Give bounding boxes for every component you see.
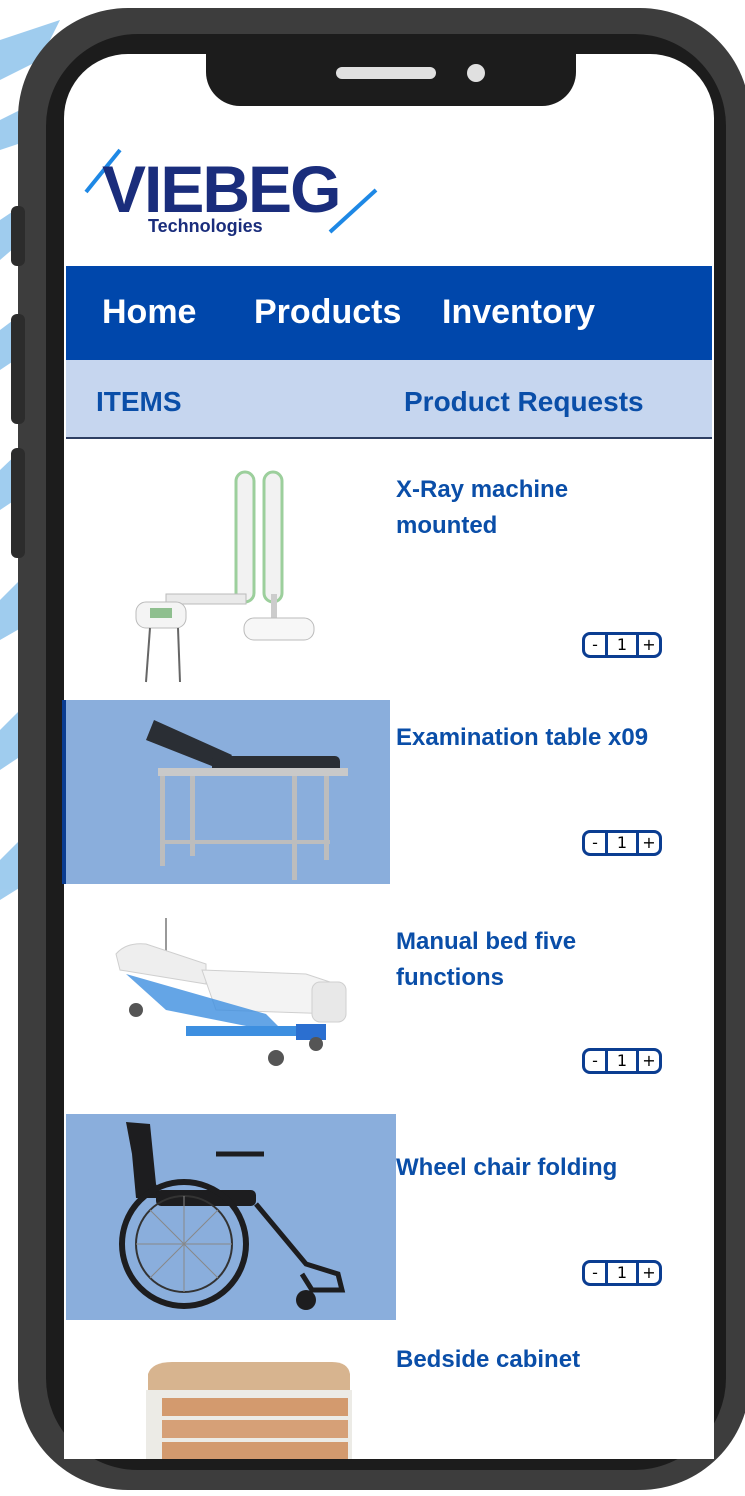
decrement-button[interactable]: - bbox=[585, 635, 605, 655]
increment-button[interactable]: + bbox=[639, 833, 659, 853]
decrement-button[interactable]: - bbox=[585, 1051, 605, 1071]
nav-products-link[interactable]: Products bbox=[254, 292, 401, 332]
increment-button[interactable]: + bbox=[639, 1051, 659, 1071]
quantity-value[interactable]: 1 bbox=[605, 1051, 639, 1071]
quantity-value[interactable]: 1 bbox=[605, 1263, 639, 1283]
product-name: Examination table x09 bbox=[396, 724, 649, 751]
decrement-button[interactable]: - bbox=[585, 833, 605, 853]
xray-machine-image bbox=[135, 470, 315, 683]
speaker-icon bbox=[336, 67, 436, 79]
product-row: Examination table x09 - 1 + bbox=[62, 700, 712, 884]
brand-tagline: Technologies bbox=[148, 216, 263, 236]
product-row: X-Ray machine mounted - 1 + bbox=[66, 438, 712, 700]
wheelchair-image bbox=[66, 1114, 396, 1320]
quantity-value[interactable]: 1 bbox=[605, 833, 639, 853]
sub-nav-bar: ITEMS Product Requests bbox=[66, 360, 712, 439]
examination-table-image bbox=[62, 700, 390, 884]
quantity-stepper[interactable]: - 1 + bbox=[582, 830, 662, 856]
nav-inventory-link[interactable]: Inventory bbox=[442, 292, 595, 332]
product-row: Manual bed five functions - 1 + bbox=[66, 884, 712, 1114]
product-name: Bedside cabinet bbox=[396, 1346, 581, 1373]
hospital-bed-image bbox=[115, 918, 347, 1066]
nav-home-link[interactable]: Home bbox=[102, 292, 196, 332]
quantity-stepper[interactable]: - 1 + bbox=[582, 1048, 662, 1074]
quantity-stepper[interactable]: - 1 + bbox=[582, 1260, 662, 1286]
viebeg-logo: VIEBEG Technologies bbox=[84, 148, 378, 236]
camera-icon bbox=[467, 64, 485, 82]
bedside-cabinet-image bbox=[146, 1362, 352, 1459]
product-name: X-Ray machine mounted bbox=[396, 476, 569, 539]
phone-mute-switch bbox=[11, 206, 25, 266]
increment-button[interactable]: + bbox=[639, 635, 659, 655]
product-name: Wheel chair folding bbox=[396, 1154, 618, 1181]
product-row: Wheel chair folding - 1 + bbox=[66, 1114, 712, 1320]
decrement-button[interactable]: - bbox=[585, 1263, 605, 1283]
increment-button[interactable]: + bbox=[639, 1263, 659, 1283]
product-row: Bedside cabinet bbox=[66, 1320, 712, 1459]
phone-volume-down-button bbox=[11, 448, 25, 558]
phone-volume-up-button bbox=[11, 314, 25, 424]
phone-notch bbox=[206, 52, 576, 106]
main-nav-bar: Home Products Inventory bbox=[66, 266, 712, 360]
brand-name: VIEBEG bbox=[102, 152, 339, 226]
quantity-stepper[interactable]: - 1 + bbox=[582, 632, 662, 658]
tab-items[interactable]: ITEMS bbox=[96, 386, 182, 418]
product-name: Manual bed five functions bbox=[396, 928, 577, 991]
tab-product-requests[interactable]: Product Requests bbox=[404, 386, 644, 418]
quantity-value[interactable]: 1 bbox=[605, 635, 639, 655]
